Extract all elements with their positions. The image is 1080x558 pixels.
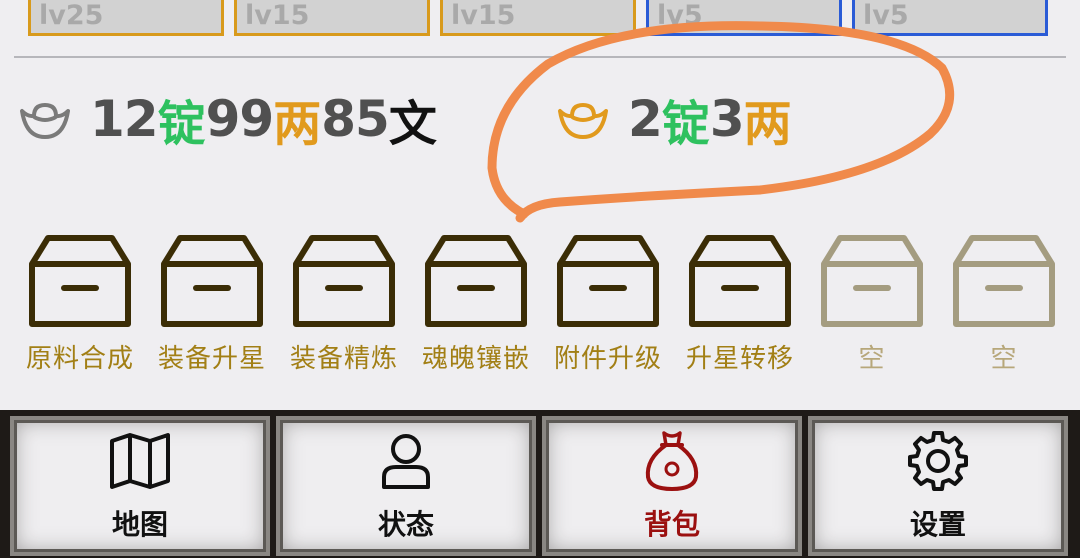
box-icon: [689, 235, 791, 327]
silver-ingot-icon: [20, 103, 70, 139]
box-icon: [557, 235, 659, 327]
function-button-equipment-star-up[interactable]: 装备升星: [146, 230, 278, 380]
function-label: 魂魄镶嵌: [421, 344, 530, 374]
nav-tab-map[interactable]: 地图: [10, 416, 270, 556]
slot-level: lv25: [39, 0, 104, 31]
slot-level: lv15: [245, 0, 310, 31]
gold-ingot-icon: [558, 103, 608, 139]
user-icon: [382, 434, 430, 489]
nav-label: 状态: [377, 508, 434, 541]
function-label: 空: [990, 344, 1018, 374]
gold-ding-unit: 锭: [661, 96, 710, 152]
map-icon: [110, 433, 170, 489]
silver-liang-unit: 两: [273, 96, 322, 152]
box-icon: [293, 235, 395, 327]
function-label: 装备升星: [157, 344, 266, 374]
function-button-attachment-upgrade[interactable]: 附件升级: [542, 230, 674, 380]
gold-currency: 2 锭 3 两: [556, 84, 792, 154]
nav-label: 背包: [643, 508, 700, 541]
function-label: 装备精炼: [289, 344, 398, 374]
box-icon: [821, 235, 923, 327]
function-button-equipment-refine[interactable]: 装备精炼: [278, 230, 410, 380]
nav-label: 设置: [909, 508, 966, 541]
slot-level: lv5: [657, 0, 703, 31]
silver-currency: 12 锭 99 两 85 文: [18, 84, 437, 154]
box-icon: [161, 235, 263, 327]
function-label: 原料合成: [25, 344, 134, 374]
slot-level: lv5: [863, 0, 909, 31]
function-button-empty[interactable]: 空: [938, 230, 1070, 380]
silver-wen-unit: 文: [388, 96, 437, 152]
equipment-slots-row: lv25 lv15 lv15 lv5 lv5: [0, 0, 1080, 42]
silver-ding-unit: 锭: [157, 96, 206, 152]
function-button-empty[interactable]: 空: [806, 230, 938, 380]
nav-label: 地图: [111, 508, 168, 541]
equipment-slot[interactable]: lv5: [852, 0, 1048, 36]
equipment-slot[interactable]: lv15: [234, 0, 430, 36]
function-button-material-synthesis[interactable]: 原料合成: [14, 230, 146, 380]
equipment-slot[interactable]: lv15: [440, 0, 636, 36]
box-icon: [953, 235, 1055, 327]
silver-wen-amount: 85: [321, 90, 390, 148]
function-button-soul-inlay[interactable]: 魂魄镶嵌: [410, 230, 542, 380]
equipment-slot[interactable]: lv5: [646, 0, 842, 36]
gold-ding-amount: 2: [628, 90, 663, 148]
gold-liang-unit: 两: [743, 96, 792, 152]
function-label: 升星转移: [685, 344, 794, 374]
equipment-slot[interactable]: lv25: [28, 0, 224, 36]
function-button-star-transfer[interactable]: 升星转移: [674, 230, 806, 380]
function-label: 空: [858, 344, 886, 374]
gold-liang-amount: 3: [709, 90, 745, 148]
divider: [14, 56, 1066, 58]
nav-tab-settings[interactable]: 设置: [808, 416, 1068, 556]
money-bag-icon: [645, 431, 699, 491]
gear-icon: [908, 431, 968, 491]
silver-liang-amount: 99: [205, 90, 275, 148]
silver-ding-amount: 12: [90, 90, 159, 148]
function-label: 附件升级: [553, 344, 662, 374]
box-icon: [29, 235, 131, 327]
box-icon: [425, 235, 527, 327]
bottom-nav: 地图 状态 背包 设置: [0, 410, 1080, 558]
nav-tab-status[interactable]: 状态: [276, 416, 536, 556]
slot-level: lv15: [451, 0, 516, 31]
nav-tab-backpack[interactable]: 背包: [542, 416, 802, 556]
